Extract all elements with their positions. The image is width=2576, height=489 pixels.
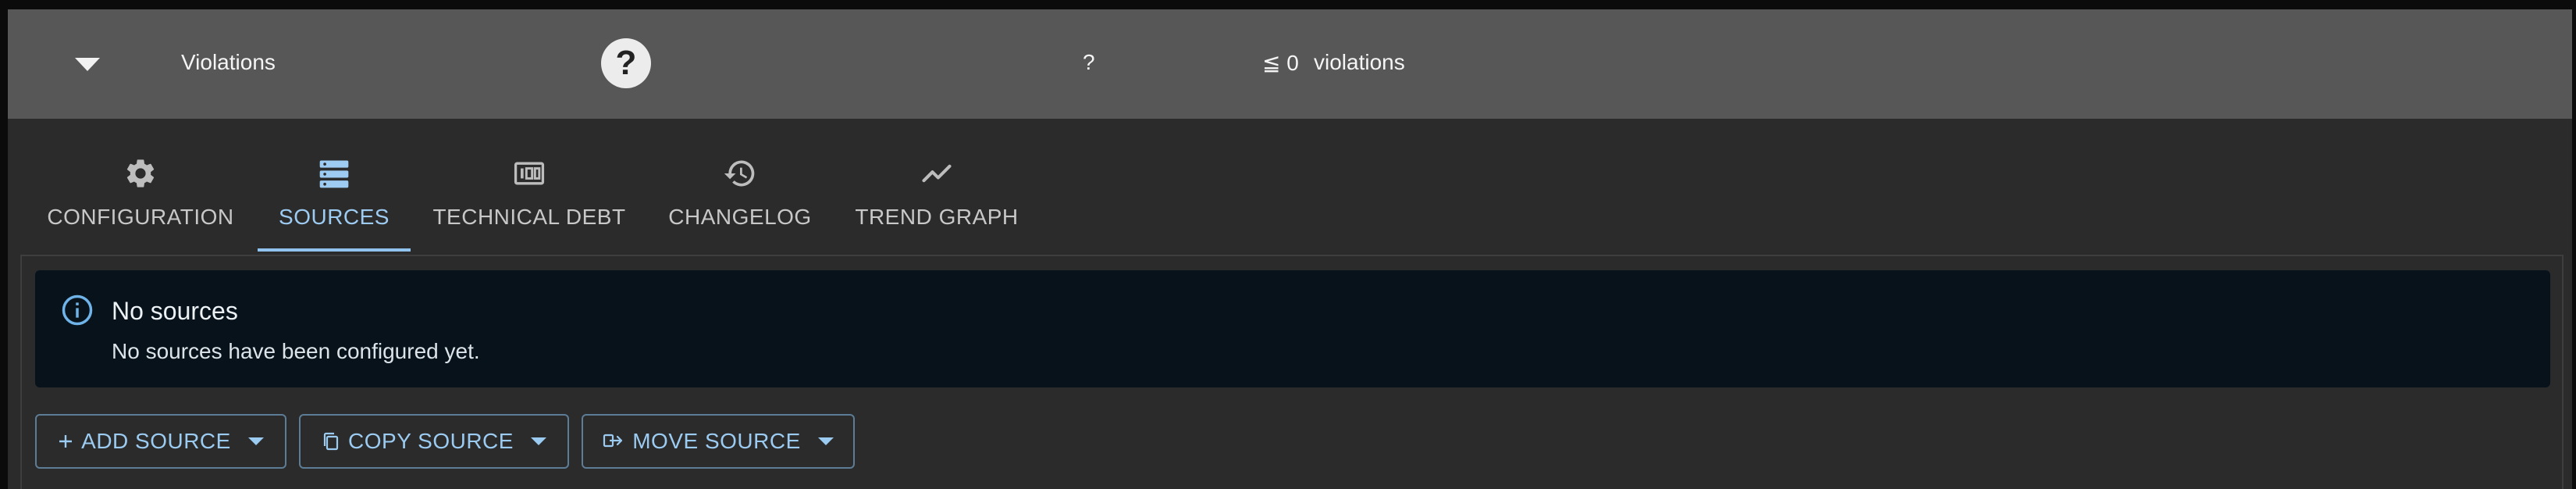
collapse-caret-icon[interactable] [75, 58, 100, 71]
copy-source-label: COPY SOURCE [348, 429, 514, 453]
tab-changelog[interactable]: CHANGELOG [664, 119, 817, 252]
add-source-button[interactable]: ADD SOURCE [35, 414, 286, 469]
move-source-label: MOVE SOURCE [632, 429, 801, 453]
gear-icon [126, 159, 155, 187]
chevron-down-icon [817, 437, 834, 445]
tab-sources[interactable]: SOURCES [258, 119, 411, 252]
copy-source-button[interactable]: COPY SOURCE [299, 414, 569, 469]
tab-panel-border [2562, 255, 2564, 489]
active-tab-indicator [258, 248, 411, 252]
server-icon [319, 160, 349, 188]
tab-configuration[interactable]: CONFIGURATION [37, 119, 244, 252]
tab-panel-border [20, 255, 2564, 256]
chart-line-icon [922, 164, 952, 183]
history-icon [724, 160, 755, 187]
tab-label: TREND GRAPH [855, 205, 1019, 229]
metric-unit: violations [1314, 50, 1405, 74]
metric-tabs: CONFIGURATION SOURCES TECHNICAL DEBT CHA… [8, 119, 2572, 255]
info-alert: No sources No sources have been configur… [35, 270, 2550, 387]
tab-label: CHANGELOG [668, 205, 812, 229]
chevron-down-icon [247, 437, 264, 445]
money-icon [514, 162, 545, 185]
move-icon [603, 434, 623, 448]
metric-target: ≦ 0 [1262, 51, 1299, 75]
tab-label: TECHNICAL DEBT [432, 205, 626, 229]
plus-icon [59, 435, 73, 448]
copy-icon [323, 432, 339, 451]
measurement-value: ? [1083, 50, 1095, 74]
info-icon [62, 294, 93, 326]
help-icon[interactable]: ? [601, 38, 651, 88]
tab-label: CONFIGURATION [47, 205, 234, 229]
alert-title: No sources [112, 297, 238, 325]
metric-name: Violations [181, 50, 276, 74]
move-source-button[interactable]: MOVE SOURCE [582, 414, 855, 469]
tab-label: SOURCES [279, 205, 390, 229]
metric-panel: Violations ? ? ≦ 0 violations CONFIGURAT… [8, 9, 2572, 489]
add-source-label: ADD SOURCE [81, 429, 231, 453]
alert-message: No sources have been configured yet. [112, 339, 480, 363]
metric-header-row[interactable]: Violations ? ? ≦ 0 violations [8, 9, 2572, 119]
tab-trend-graph[interactable]: TREND GRAPH [851, 119, 1023, 252]
tab-technical-debt[interactable]: TECHNICAL DEBT [429, 119, 629, 252]
chevron-down-icon [530, 437, 546, 445]
tab-panel-border [20, 255, 22, 489]
